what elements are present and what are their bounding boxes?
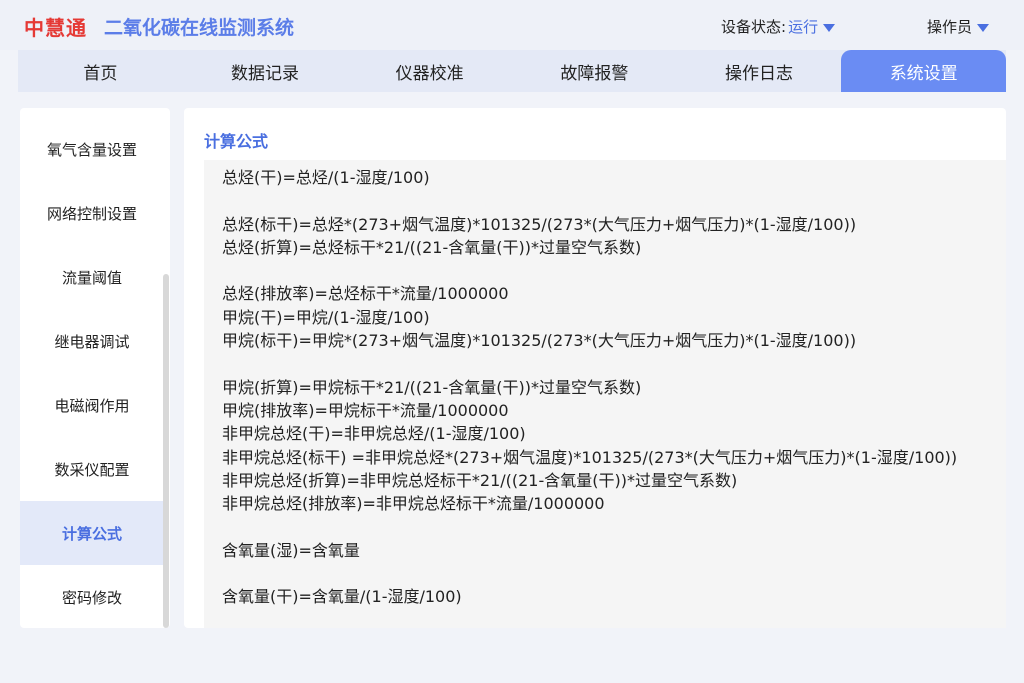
top-bar: 中慧通 二氧化碳在线监测系统 设备状态: 运行 操作员 xyxy=(0,0,1024,50)
sidebar-item-relay-debug[interactable]: 继电器调试 xyxy=(20,309,164,373)
formula-line xyxy=(222,259,1006,282)
formula-line: 非甲烷总烃(排放率)=非甲烷总烃标干*流量/1000000 xyxy=(222,494,605,514)
tab-data-records[interactable]: 数据记录 xyxy=(183,50,348,92)
formula-line: 总烃(排放率)=总烃标干*流量/1000000 xyxy=(222,284,509,304)
sidebar-item-password[interactable]: 密码修改 xyxy=(20,565,164,628)
formula-panel: 计算公式 总烃(干)=总烃/(1-湿度/100) 总烃(标干)=总烃*(273+… xyxy=(184,108,1006,628)
formula-line: 甲烷(排放率)=甲烷标干*流量/1000000 xyxy=(222,400,509,420)
tab-home[interactable]: 首页 xyxy=(18,50,183,92)
chevron-down-icon xyxy=(823,23,836,32)
formula-line: 非甲烷总烃(标干) =非甲烷总烃*(273+烟气温度)*101325/(273*… xyxy=(222,447,958,467)
operator-label: 操作员 xyxy=(927,18,973,36)
formula-line: 总烃(标干)=总烃*(273+烟气温度)*101325/(273*(大气压力+烟… xyxy=(222,214,857,234)
tab-system-settings[interactable]: 系统设置 xyxy=(841,50,1007,92)
sidebar-scrollbar[interactable] xyxy=(163,274,169,628)
main-nav: 首页 数据记录 仪器校准 故障报警 操作日志 系统设置 xyxy=(18,50,1007,92)
sidebar-item-formulas[interactable]: 计算公式 xyxy=(20,501,164,565)
section-title: 计算公式 xyxy=(204,132,269,151)
tab-operation-log[interactable]: 操作日志 xyxy=(677,50,842,92)
formula-line: 非甲烷总烃(干)=非甲烷总烃/(1-湿度/100) xyxy=(222,424,526,444)
formula-line xyxy=(222,352,1006,375)
system-title: 二氧化碳在线监测系统 xyxy=(104,17,295,39)
sidebar-item-oxygen-content[interactable]: 氧气含量设置 xyxy=(20,117,164,181)
tab-calibration[interactable]: 仪器校准 xyxy=(347,50,512,92)
tab-fault-alarm[interactable]: 故障报警 xyxy=(512,50,677,92)
device-status-label: 设备状态: xyxy=(721,18,787,36)
settings-sidebar: 氧气含量设置 网络控制设置 流量阈值 继电器调试 电磁阀作用 数采仪配置 计算公… xyxy=(20,108,170,628)
sidebar-item-network-control[interactable]: 网络控制设置 xyxy=(20,181,164,245)
sidebar-item-daq-config[interactable]: 数采仪配置 xyxy=(20,437,164,501)
formula-line: 甲烷(折算)=甲烷标干*21/((21-含氧量(干))*过量空气系数) xyxy=(222,377,642,397)
chevron-down-icon xyxy=(977,23,990,32)
formula-text-box: 总烃(干)=总烃/(1-湿度/100) 总烃(标干)=总烃*(273+烟气温度)… xyxy=(204,160,1006,628)
operator-dropdown[interactable]: 操作员 xyxy=(927,16,990,37)
device-status-dropdown[interactable]: 设备状态: 运行 xyxy=(721,16,836,37)
sidebar-list: 氧气含量设置 网络控制设置 流量阈值 继电器调试 电磁阀作用 数采仪配置 计算公… xyxy=(20,117,164,628)
formula-line: 含氧量(干)=含氧量/(1-湿度/100) xyxy=(222,587,462,607)
formula-line: 总烃(干)=总烃/(1-湿度/100) xyxy=(222,168,430,187)
formula-line xyxy=(222,515,1006,538)
formula-line xyxy=(222,562,1006,585)
device-status-value: 运行 xyxy=(788,18,819,36)
sidebar-item-solenoid-valve[interactable]: 电磁阀作用 xyxy=(20,373,164,437)
brand-logo-text: 中慧通 xyxy=(24,16,87,40)
formula-line xyxy=(222,189,1006,212)
sidebar-item-flow-threshold[interactable]: 流量阈值 xyxy=(20,245,164,309)
formula-line: 非甲烷总烃(折算)=非甲烷总烃标干*21/((21-含氧量(干))*过量空气系数… xyxy=(222,470,738,490)
formula-line: 甲烷(干)=甲烷/(1-湿度/100) xyxy=(222,307,430,327)
formula-line: 含氧量(湿)=含氧量 xyxy=(222,540,360,560)
formula-line: 总烃(折算)=总烃标干*21/((21-含氧量(干))*过量空气系数) xyxy=(222,237,642,257)
formula-line: 甲烷(标干)=甲烷*(273+烟气温度)*101325/(273*(大气压力+烟… xyxy=(222,331,857,351)
